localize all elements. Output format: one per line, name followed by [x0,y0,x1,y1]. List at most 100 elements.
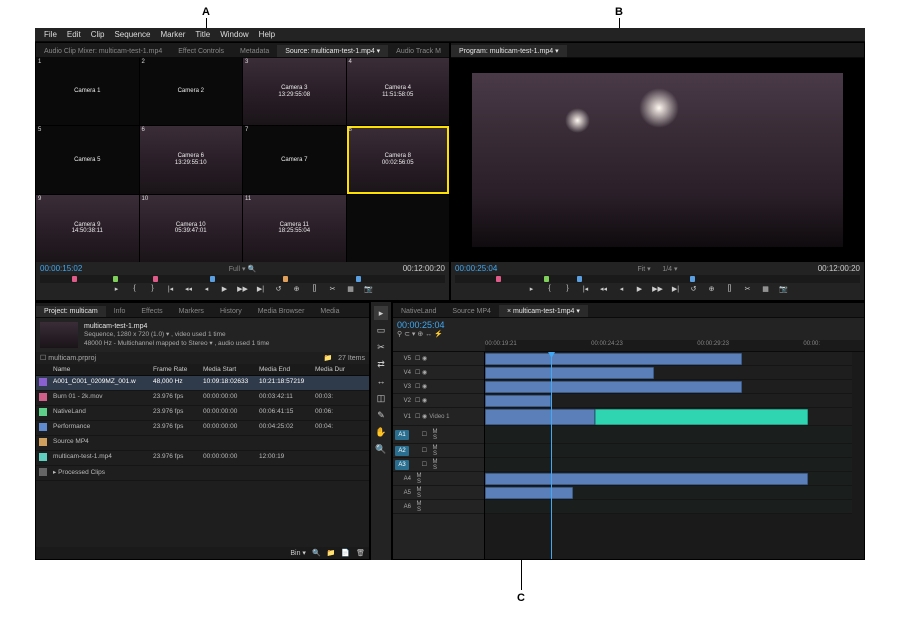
zoom-icon[interactable]: 🔍 [247,266,256,273]
transport-button[interactable]: ↺ [273,285,285,295]
transport-button[interactable]: } [147,285,159,295]
marker[interactable] [210,276,215,282]
track-header-☐[interactable]: A1☐M S [393,426,484,444]
tab[interactable]: Effects [133,306,170,317]
track-☐[interactable] [485,426,852,444]
program-res-label[interactable]: 1/4 ▾ [662,266,677,273]
tool-button[interactable]: ⇄ [374,357,388,371]
track-header-V5[interactable]: V5☐ ◉ [393,352,484,366]
track-header-V1[interactable]: V1☐ ◉Video 1 [393,408,484,426]
tab[interactable]: Program: multicam-test-1.mp4 ▾ [451,45,567,57]
tool-button[interactable]: ▸ [374,306,388,320]
track-A5[interactable] [485,486,852,500]
tool-button[interactable]: ◫ [374,391,388,405]
track-header-V2[interactable]: V2☐ ◉ [393,394,484,408]
timeline-scrollbar-v[interactable] [852,352,864,559]
clip[interactable] [485,473,808,485]
track-☐[interactable] [485,444,852,458]
tool-button[interactable]: ▭ [374,323,388,337]
track-header-A6[interactable]: A6M S [393,500,484,514]
clip[interactable] [485,353,742,365]
camera-2[interactable]: 2Camera 2 [140,58,243,125]
tool-button[interactable]: ✋ [374,425,388,439]
marker[interactable] [544,276,549,282]
marker[interactable] [577,276,582,282]
transport-button[interactable]: ▦ [345,285,357,295]
transport-button[interactable]: ⊕ [291,285,303,295]
track-V1[interactable] [485,408,852,426]
tab[interactable]: Audio Clip Mixer: multicam-test-1.mp4 [36,46,170,57]
menu-window[interactable]: Window [215,30,253,39]
tool-button[interactable]: ✎ [374,408,388,422]
transport-button[interactable]: ✂ [327,285,339,295]
track-header-V3[interactable]: V3☐ ◉ [393,380,484,394]
program-tc-in[interactable]: 00:00:25:04 [455,264,497,273]
track-header-A4[interactable]: A4M S [393,472,484,486]
transport-button[interactable]: ⊕ [706,285,718,295]
track-☐[interactable] [485,458,852,472]
tab[interactable]: Media [312,306,347,317]
track-V5[interactable] [485,352,852,366]
transport-button[interactable]: ▶ [219,285,231,295]
transport-button[interactable]: ◂◂ [598,285,610,295]
column-header[interactable]: Media Dur [312,364,352,375]
transport-button[interactable]: ▶| [670,285,682,295]
timeline-tc[interactable]: 00:00:25:04 [397,320,445,330]
track-V4[interactable] [485,366,852,380]
program-monitor[interactable] [451,58,864,262]
new-item-icon[interactable]: 📄 [341,549,350,557]
multicam-monitor[interactable]: 1Camera 12Camera 23Camera 3 13:29:55:084… [36,58,449,262]
clip[interactable] [485,367,654,379]
transport-button[interactable]: |◂ [580,285,592,295]
tool-button[interactable]: 🔍 [374,442,388,456]
camera-8[interactable]: 8Camera 8 00:02:56:05 [347,126,450,193]
track-V2[interactable] [485,394,852,408]
tab[interactable]: Media Browser [250,306,313,317]
tab[interactable]: Info [106,306,134,317]
camera-12[interactable] [347,195,450,262]
column-header[interactable]: Frame Rate [150,364,200,375]
camera-1[interactable]: 1Camera 1 [36,58,139,125]
table-row[interactable]: ▸ Processed Clips [36,466,369,481]
program-marker-strip[interactable] [455,275,860,283]
transport-button[interactable]: |◂ [165,285,177,295]
track-header-☐[interactable]: A3☐M S [393,458,484,472]
table-row[interactable]: multicam-test-1.mp423.976 fps00:00:00:00… [36,451,369,466]
camera-9[interactable]: 9Camera 9 14:50:38:11 [36,195,139,262]
transport-button[interactable]: ▶ [634,285,646,295]
camera-3[interactable]: 3Camera 3 13:29:55:08 [243,58,346,125]
transport-button[interactable]: [] [309,285,321,295]
track-V3[interactable] [485,380,852,394]
transport-button[interactable]: } [562,285,574,295]
marker[interactable] [690,276,695,282]
tool-button[interactable]: ✂ [374,340,388,354]
transport-button[interactable]: ▸ [526,285,538,295]
transport-button[interactable]: 📷 [363,285,375,295]
table-row[interactable]: Performance23.976 fps00:00:00:0000:04:25… [36,421,369,436]
trash-icon[interactable]: 🗑 [356,549,365,557]
clip[interactable] [485,395,551,407]
track-A4[interactable] [485,472,852,486]
transport-button[interactable]: ▶▶ [237,285,249,295]
menu-clip[interactable]: Clip [86,30,110,39]
tool-button[interactable]: ↔ [374,374,388,388]
transport-button[interactable]: ▶▶ [652,285,664,295]
table-row[interactable]: Source MP4 [36,436,369,451]
menu-file[interactable]: File [39,30,62,39]
bin-path[interactable]: multicam.prproj [48,355,96,362]
column-header[interactable]: Media Start [200,364,256,375]
track-A6[interactable] [485,500,852,514]
marker[interactable] [356,276,361,282]
transport-button[interactable]: ✂ [742,285,754,295]
transport-button[interactable]: { [129,285,141,295]
search-icon[interactable]: 🔍 [312,549,321,557]
table-row[interactable]: NativeLand23.976 fps00:00:00:0000:06:41:… [36,406,369,421]
clip[interactable] [485,381,742,393]
marker[interactable] [496,276,501,282]
track-header-V4[interactable]: V4☐ ◉ [393,366,484,380]
clip[interactable] [485,487,573,499]
menu-marker[interactable]: Marker [156,30,191,39]
transport-button[interactable]: { [544,285,556,295]
table-row[interactable]: Burn 01 - 2k.mov23.976 fps00:00:00:0000:… [36,391,369,406]
menu-edit[interactable]: Edit [62,30,86,39]
